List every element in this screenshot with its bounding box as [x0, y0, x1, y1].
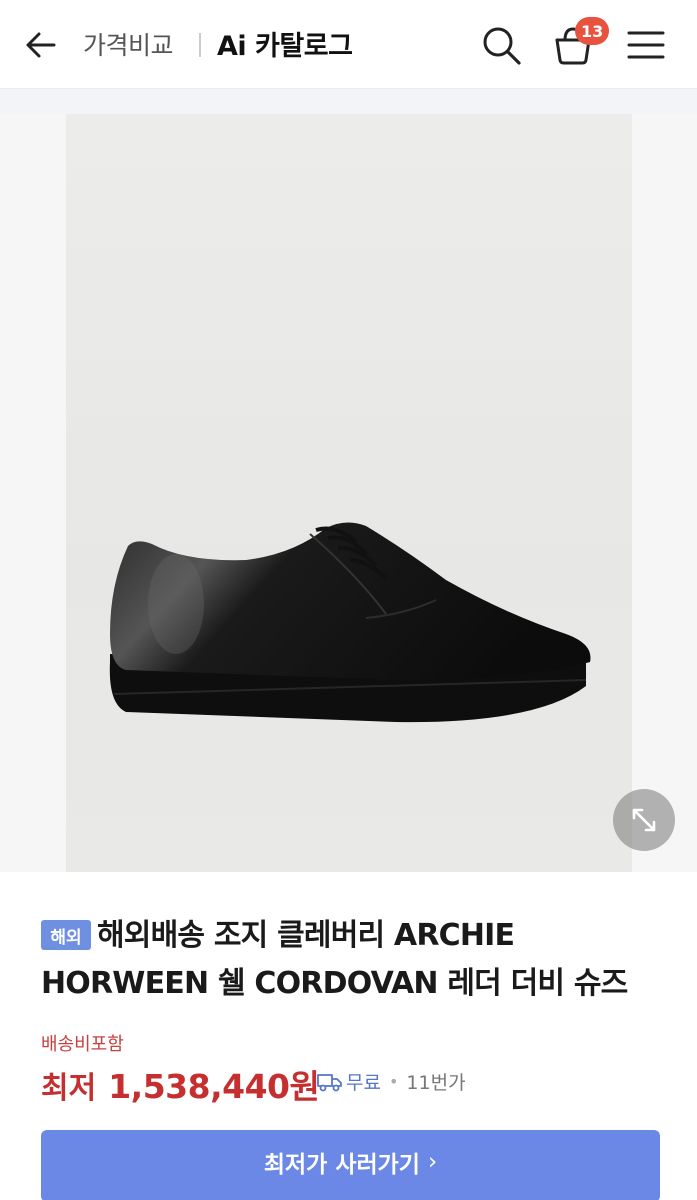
expand-icon	[632, 808, 656, 832]
shoe-image	[109, 522, 591, 723]
chevron-right-icon: ›	[427, 1149, 438, 1175]
menu-icon	[627, 31, 665, 59]
back-button[interactable]	[22, 26, 60, 64]
search-icon	[483, 27, 521, 65]
top-app-bar: 가격비교 Ai 카탈로그 13	[0, 0, 697, 88]
expand-image-button[interactable]	[613, 789, 675, 851]
separator-dot: •	[388, 1072, 399, 1091]
cart-count-badge: 13	[575, 17, 610, 45]
price-row: 최저 1,538,440원	[41, 1060, 320, 1106]
seller-name: 11번가	[406, 1072, 466, 1094]
buy-button-label: 최저가 사러가기	[263, 1152, 420, 1178]
delivery-info: 무료 • 11번가	[316, 1068, 466, 1095]
search-button[interactable]	[480, 24, 522, 66]
breadcrumb-price-compare[interactable]: 가격비교	[83, 26, 174, 62]
product-info: 해외배송 조지 클레버리 ARCHIE HORWEEN 쉘 CORDOVAN 레…	[0, 872, 697, 1200]
truck-icon	[317, 1073, 342, 1091]
lowest-price-value: 1,538,440원	[108, 1067, 320, 1106]
product-photo[interactable]	[66, 114, 632, 872]
product-image-area	[0, 114, 697, 872]
back-arrow-icon	[26, 32, 56, 58]
header-subbar	[0, 88, 697, 114]
page-title: Ai 카탈로그	[217, 31, 353, 62]
overseas-tag: 해외	[41, 920, 91, 950]
delivery-fee: 무료	[346, 1072, 381, 1094]
breadcrumb-divider	[199, 33, 201, 57]
menu-button[interactable]	[626, 27, 666, 63]
product-name[interactable]: 해외배송 조지 클레버리 ARCHIE HORWEEN 쉘 CORDOVAN 레…	[41, 912, 661, 1008]
shipping-included-note: 배송비포함	[41, 1034, 124, 1055]
buy-lowest-price-button[interactable]: 최저가 사러가기 ›	[41, 1130, 660, 1200]
lowest-price-label: 최저	[41, 1071, 97, 1106]
